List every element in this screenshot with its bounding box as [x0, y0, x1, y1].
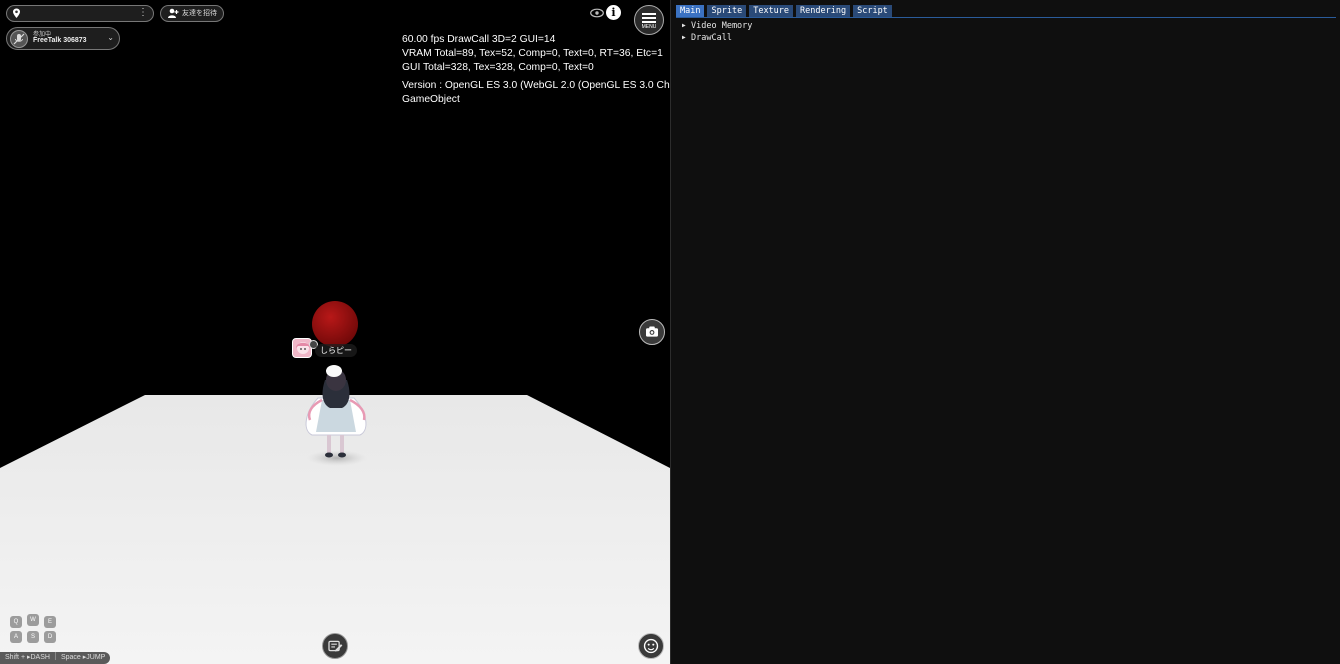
- stats-fps-line: 60.00 fps DrawCall 3D=2 GUI=14: [402, 34, 556, 45]
- room-selector[interactable]: 参加中 FreeTalk 306873 ⌄: [6, 27, 120, 50]
- tree-item-video-memory[interactable]: ▶ Video Memory: [682, 20, 752, 32]
- expand-arrow-icon: ▶: [682, 22, 686, 29]
- jump-hint: Space ▸JUMP: [60, 654, 106, 661]
- camera-button[interactable]: [639, 319, 665, 345]
- info-icon[interactable]: i: [606, 5, 621, 20]
- more-vert-icon[interactable]: ⋮: [138, 7, 148, 18]
- eye-icon[interactable]: [590, 8, 604, 18]
- location-pin-icon: [13, 8, 20, 18]
- debug-tab-bar: Main Sprite Texture Rendering Script: [676, 5, 1336, 18]
- tab-texture[interactable]: Texture: [749, 5, 794, 17]
- add-person-icon: [168, 8, 179, 18]
- location-search-bar[interactable]: ⋮: [6, 5, 154, 22]
- key-q: Q: [10, 616, 22, 628]
- emote-face-icon: [643, 638, 659, 654]
- key-d: D: [44, 631, 56, 643]
- debug-panel: Main Sprite Texture Rendering Script ▶ Vi…: [670, 0, 1340, 664]
- edit-chat-icon: [328, 640, 343, 652]
- tab-sprite[interactable]: Sprite: [707, 5, 747, 17]
- dash-hint: Shift + ▸DASH: [5, 654, 50, 661]
- camera-icon: [646, 326, 658, 337]
- expand-arrow-icon: ▶: [682, 34, 686, 41]
- stats-version-line: Version : OpenGL ES 3.0 (WebGL 2.0 (Open…: [402, 80, 670, 91]
- key-w: W: [27, 614, 39, 626]
- invite-friends-button[interactable]: 友達を招待: [160, 5, 224, 22]
- mic-off-icon[interactable]: [10, 30, 28, 48]
- app-root: ⋮ 友達を招待 参加中 FreeTalk 306873 ⌄ i MENU 60.…: [0, 0, 1340, 664]
- room-name: FreeTalk 306873: [33, 37, 87, 44]
- key-s: S: [27, 631, 39, 643]
- stats-gui-line: GUI Total=328, Tex=328, Comp=0, Text=0: [402, 62, 594, 73]
- tree-item-label: Video Memory: [691, 21, 753, 31]
- tab-rendering[interactable]: Rendering: [796, 5, 851, 17]
- invite-label: 友達を招待: [182, 10, 217, 17]
- chevron-down-icon[interactable]: ⌄: [107, 33, 114, 42]
- stats-vram-line: VRAM Total=89, Tex=52, Comp=0, Text=0, R…: [402, 48, 663, 59]
- key-a: A: [10, 631, 22, 643]
- tab-script[interactable]: Script: [853, 5, 892, 17]
- emote-button[interactable]: [638, 633, 664, 659]
- player-nameplate: しらピー: [315, 344, 357, 357]
- red-sphere: [312, 301, 358, 347]
- menu-label: MENU: [641, 24, 657, 30]
- stats-gameobject-line: GameObject: [402, 94, 460, 105]
- key-e: E: [44, 616, 56, 628]
- tab-main[interactable]: Main: [676, 5, 705, 17]
- menu-button[interactable]: MENU: [634, 5, 664, 35]
- chat-input-button[interactable]: [322, 633, 348, 659]
- tree-item-drawcall[interactable]: ▶ DrawCall: [682, 32, 752, 44]
- controls-hint-bar: Shift + ▸DASH Space ▸JUMP: [0, 652, 111, 664]
- tree-item-label: DrawCall: [691, 33, 732, 43]
- debug-tree: ▶ Video Memory ▶ DrawCall: [682, 20, 752, 44]
- render-stats-overlay: 60.00 fps DrawCall 3D=2 GUI=14 VRAM Tota…: [402, 33, 670, 107]
- avatar-shadow: [307, 450, 367, 466]
- game-viewport[interactable]: ⋮ 友達を招待 参加中 FreeTalk 306873 ⌄ i MENU 60.…: [0, 0, 670, 664]
- movement-keys-hint: Q W E A S D: [7, 611, 61, 647]
